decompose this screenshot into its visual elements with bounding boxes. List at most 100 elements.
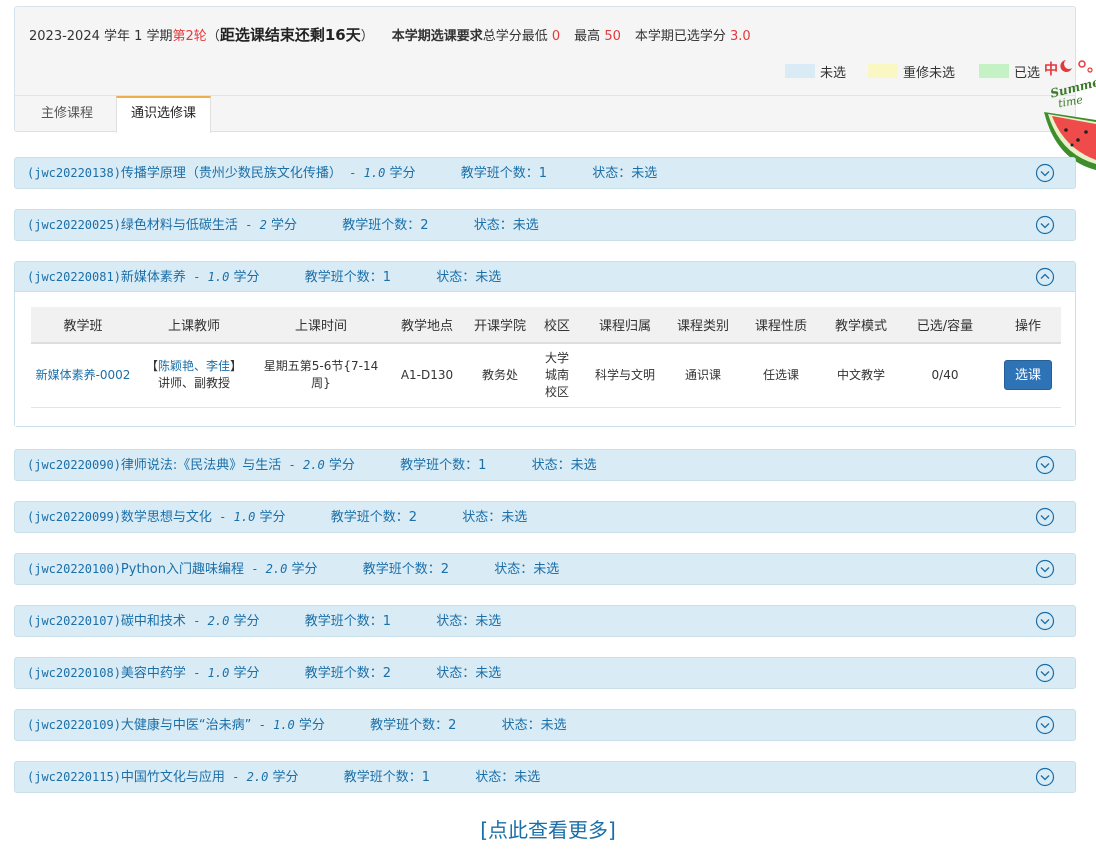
course-credit: 2.0: [246, 770, 269, 784]
course-code: (jwc20220108): [27, 666, 121, 680]
selected-credit-value: 3.0: [730, 29, 751, 44]
cell-action: 选课: [995, 343, 1061, 408]
course-class-count: 教学班个数：1: [304, 614, 391, 629]
course-header[interactable]: (jwc20220115)中国竹文化与应用 - 2.0 学分 教学班个数：1 状…: [15, 762, 1075, 792]
course-type-tabs: 主修课程 通识选修课: [15, 95, 1075, 133]
course-panel: (jwc20220100)Python入门趣味编程 - 2.0 学分 教学班个数…: [14, 553, 1076, 585]
requirement-label: 本学期选课要求: [391, 29, 483, 44]
course-credit-sep: -: [237, 218, 260, 232]
course-code: (jwc20220081): [27, 270, 121, 284]
course-credit-unit: 学分: [294, 718, 325, 733]
cell-category: 通识课: [671, 343, 735, 408]
chevron-down-icon[interactable]: [1035, 215, 1055, 235]
course-name: 美容中药学: [120, 666, 186, 681]
cell-belong: 科学与文明: [579, 343, 671, 408]
col-header-class: 教学班: [31, 307, 135, 344]
tab-major-courses[interactable]: 主修课程: [27, 96, 107, 132]
load-more-link[interactable]: [点此查看更多]: [0, 814, 1096, 843]
course-credit: 2: [259, 218, 267, 232]
course-code: (jwc20220025): [27, 218, 121, 232]
chevron-down-icon[interactable]: [1035, 767, 1055, 787]
cell-time: 星期五第5-6节{7-14周}: [253, 343, 389, 408]
chevron-down-icon[interactable]: [1035, 559, 1055, 579]
teacher-titles: 讲师、副教授: [157, 376, 230, 391]
course-name: 新媒体素养: [120, 270, 186, 285]
chevron-down-icon[interactable]: [1035, 663, 1055, 683]
teacher-names-link[interactable]: 陈颖艳、李佳: [158, 359, 230, 373]
course-header[interactable]: (jwc20220099)数学思想与文化 - 1.0 学分 教学班个数：2 状态…: [15, 502, 1075, 532]
col-header-teacher: 上课教师: [135, 307, 253, 344]
col-header-capacity: 已选/容量: [895, 307, 995, 344]
round-label: 第2轮: [172, 29, 207, 44]
cell-class: 新媒体素养-0002: [31, 343, 135, 408]
col-header-campus: 校区: [535, 307, 579, 344]
cell-nature: 任选课: [735, 343, 827, 408]
tab-general-electives[interactable]: 通识选修课: [116, 96, 212, 133]
legend-selected: 已选: [979, 62, 1040, 81]
summer-watermelon-decoration: 中 Summer time: [1044, 60, 1096, 170]
course-status: 状态：未选: [436, 614, 502, 629]
course-name: 数学思想与文化: [120, 510, 212, 525]
course-credit: 1.0: [363, 166, 386, 180]
class-name-link[interactable]: 新媒体素养-0002: [36, 368, 131, 382]
cell-college: 教务处: [465, 343, 535, 408]
course-class-count: 教学班个数：2: [304, 666, 391, 681]
col-header-college: 开课学院: [465, 307, 535, 344]
chevron-down-icon[interactable]: [1035, 507, 1055, 527]
course-credit-sep: -: [185, 614, 208, 628]
chevron-up-icon[interactable]: [1035, 267, 1055, 287]
course-header[interactable]: (jwc20220100)Python入门趣味编程 - 2.0 学分 教学班个数…: [15, 554, 1075, 584]
course-header[interactable]: (jwc20220090)律师说法:《民法典》与生活 - 2.0 学分 教学班个…: [15, 450, 1075, 480]
chevron-down-icon[interactable]: [1035, 163, 1055, 183]
course-panel: (jwc20220090)律师说法:《民法典》与生活 - 2.0 学分 教学班个…: [14, 449, 1076, 481]
course-code: (jwc20220090): [27, 458, 121, 472]
course-header[interactable]: (jwc20220025)绿色材料与低碳生活 - 2 学分 教学班个数：2 状态…: [15, 210, 1075, 240]
decoration-char: 中: [1044, 61, 1058, 78]
course-panel: (jwc20220138)传播学原理（贵州少数民族文化传播） - 1.0 学分 …: [14, 157, 1076, 189]
course-status: 状态：未选: [462, 510, 528, 525]
course-status: 状态：未选: [475, 770, 541, 785]
course-header[interactable]: (jwc20220108)美容中药学 - 1.0 学分 教学班个数：2 状态：未…: [15, 658, 1075, 688]
course-name: 中国竹文化与应用: [120, 770, 225, 785]
countdown-label: 距选课结束还剩16天: [219, 26, 361, 44]
select-course-button[interactable]: 选课: [1004, 360, 1052, 391]
course-status: 状态：未选: [436, 666, 502, 681]
chevron-down-icon[interactable]: [1035, 611, 1055, 631]
chevron-down-icon[interactable]: [1035, 715, 1055, 735]
course-credit-unit: 学分: [255, 510, 286, 525]
course-credit-unit: 学分: [229, 614, 260, 629]
campus-line: 校区: [544, 384, 569, 399]
course-credit-unit: 学分: [268, 770, 299, 785]
course-panel: (jwc20220099)数学思想与文化 - 1.0 学分 教学班个数：2 状态…: [14, 501, 1076, 533]
cell-mode: 中文教学: [827, 343, 895, 408]
course-header[interactable]: (jwc20220081)新媒体素养 - 1.0 学分 教学班个数：1 状态：未…: [15, 262, 1075, 292]
course-header[interactable]: (jwc20220107)碳中和技术 - 2.0 学分 教学班个数：1 状态：未…: [15, 606, 1075, 636]
col-header-action: 操作: [995, 307, 1061, 344]
course-credit-sep: -: [211, 510, 234, 524]
course-panel: (jwc20220108)美容中药学 - 1.0 学分 教学班个数：2 状态：未…: [14, 657, 1076, 689]
course-status: 状态：未选: [501, 718, 567, 733]
course-panel: (jwc20220107)碳中和技术 - 2.0 学分 教学班个数：1 状态：未…: [14, 605, 1076, 637]
cell-capacity: 0/40: [895, 343, 995, 408]
course-code: (jwc20220115): [27, 770, 121, 784]
selected-credit-label: 本学期已选学分: [634, 29, 726, 44]
course-header[interactable]: (jwc20220109)大健康与中医“治未病” - 1.0 学分 教学班个数：…: [15, 710, 1075, 740]
course-credit-unit: 学分: [229, 270, 260, 285]
course-credit: 2.0: [207, 614, 230, 628]
course-name: 绿色材料与低碳生活: [120, 218, 238, 233]
course-code: (jwc20220109): [27, 718, 121, 732]
course-header[interactable]: (jwc20220138)传播学原理（贵州少数民族文化传播） - 1.0 学分 …: [15, 158, 1075, 188]
course-panel: (jwc20220109)大健康与中医“治未病” - 1.0 学分 教学班个数：…: [14, 709, 1076, 741]
course-credit-sep: -: [243, 562, 266, 576]
course-status: 状态：未选: [436, 270, 502, 285]
chevron-down-icon[interactable]: [1035, 455, 1055, 475]
max-label: 最高: [574, 29, 601, 44]
course-panel-expanded: (jwc20220081)新媒体素养 - 1.0 学分 教学班个数：1 状态：未…: [14, 261, 1076, 427]
course-credit-sep: -: [185, 666, 208, 680]
teaching-class-table: 教学班 上课教师 上课时间 教学地点 开课学院 校区 课程归属 课程类别 课程性…: [31, 307, 1061, 408]
course-name: 传播学原理（贵州少数民族文化传播）: [120, 166, 342, 181]
cell-campus: 大学 城南 校区: [535, 343, 579, 408]
course-credit-unit: 学分: [229, 666, 260, 681]
teacher-bracket-open: 【: [145, 359, 158, 374]
paren-close: ）: [360, 29, 374, 44]
